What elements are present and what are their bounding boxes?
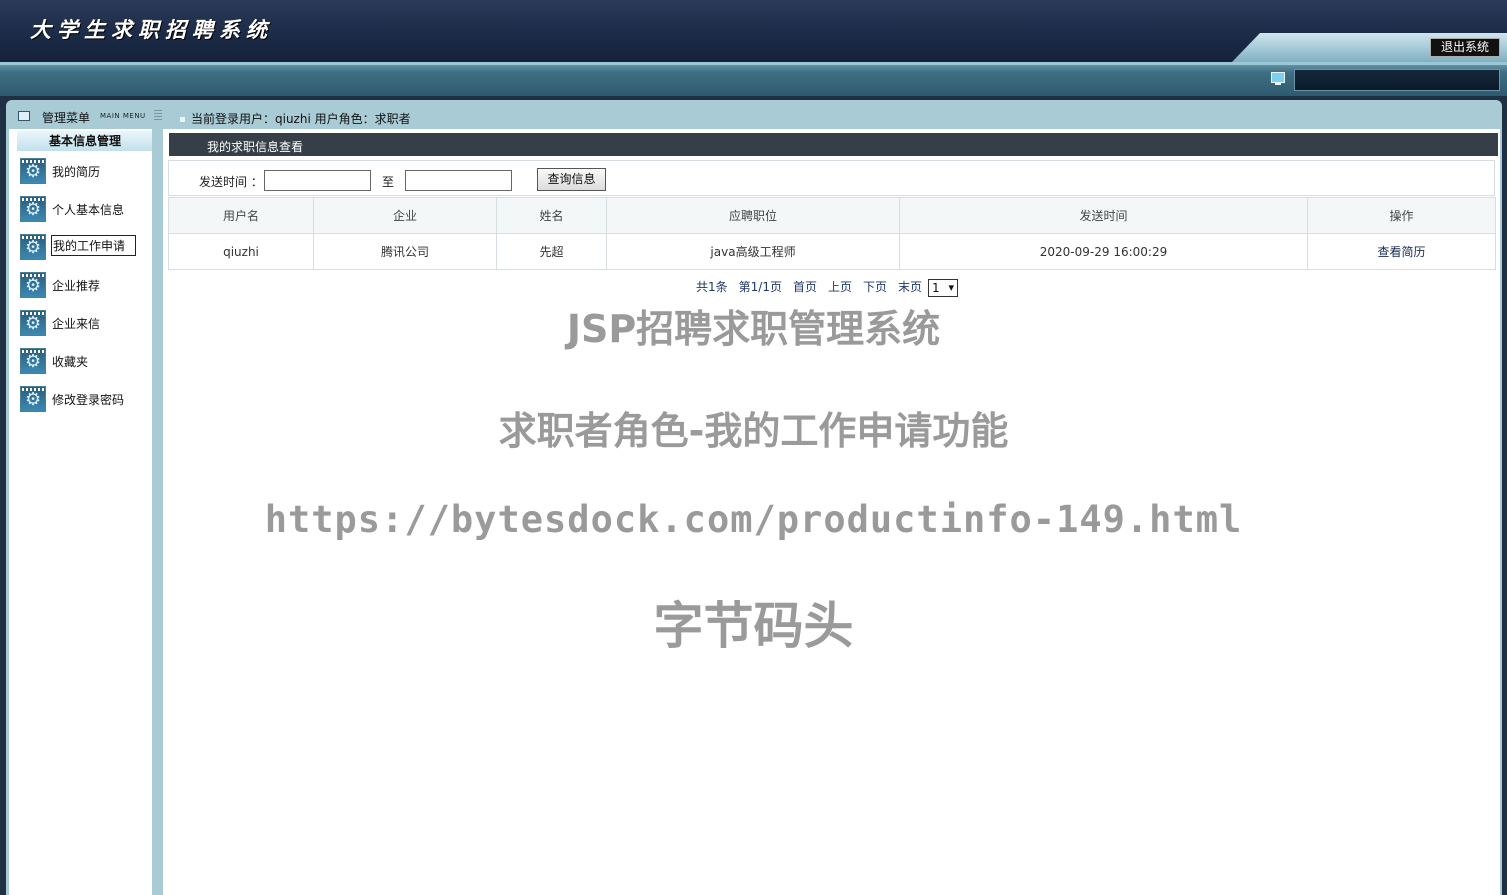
pager-next-link[interactable]: 下页	[863, 280, 887, 294]
menu-collapse-icon[interactable]	[154, 110, 162, 120]
sidebar-item-label[interactable]: 我的工作申请	[51, 235, 137, 256]
panel-titlebar: 我的求职信息查看	[169, 133, 1498, 156]
pager-page: 第1/1页	[738, 280, 782, 294]
cell-company: 腾讯公司	[313, 233, 497, 270]
sidebar-item-label[interactable]: 我的简历	[52, 163, 100, 180]
status-field	[1294, 69, 1500, 91]
monitor-icon	[1271, 72, 1285, 85]
sidebar-item-personal-info[interactable]: 个人基本信息	[20, 196, 144, 222]
applications-table: 用户名 企业 姓名 应聘职位 发送时间 操作 qiuzhi 腾讯公司 先超 ja…	[168, 197, 1496, 270]
send-time-label: 发送时间 ：	[199, 175, 263, 189]
panel-title: 我的求职信息查看	[207, 140, 304, 154]
end-date-input[interactable]	[405, 170, 512, 191]
watermark-line: 字节码头	[653, 597, 854, 655]
cell-position: java高级工程师	[606, 233, 900, 270]
sidebar-item-job-applications[interactable]: 我的工作申请	[20, 234, 144, 260]
gear-icon	[20, 158, 46, 184]
column-header: 操作	[1307, 197, 1496, 234]
menu-icon	[18, 111, 30, 121]
column-header: 企业	[313, 197, 497, 234]
gear-icon	[20, 272, 46, 298]
column-header: 应聘职位	[606, 197, 900, 234]
pagination: 共1条 第1/1页 首页 上页 下页 末页 1	[696, 278, 969, 297]
gear-icon	[20, 196, 46, 222]
app-header: 大学生求职招聘系统 退出系统	[0, 0, 1507, 62]
watermark-url: https://bytesdock.com/productinfo-149.ht…	[264, 498, 1243, 541]
user-info-text: 当前登录用户：qiuzhi 用户角色：求职者	[191, 112, 411, 126]
sidebar-section-title: 基本信息管理	[17, 131, 153, 151]
cell-name: 先超	[496, 233, 607, 270]
watermark-line: 求职者角色-我的工作申请功能	[498, 409, 1009, 453]
pager-prev-link[interactable]: 上页	[828, 280, 852, 294]
logout-button[interactable]: 退出系统	[1430, 38, 1500, 57]
column-header: 姓名	[496, 197, 607, 234]
watermark-line: JSP招聘求职管理系统	[566, 307, 941, 351]
menu-header: 管理菜单 MAIN MENU	[6, 104, 162, 128]
menu-subtitle: MAIN MENU	[100, 112, 146, 120]
pager-total: 共1条	[696, 280, 728, 294]
search-bar: 发送时间 ： 至 查询信息	[168, 160, 1495, 196]
start-date-input[interactable]	[264, 170, 371, 191]
current-user-info: 当前登录用户：qiuzhi 用户角色：求职者	[180, 110, 411, 127]
to-label: 至	[382, 175, 395, 189]
column-header: 用户名	[168, 197, 314, 234]
bullet-icon	[180, 117, 185, 122]
sidebar-item-company-recommend[interactable]: 企业推荐	[20, 272, 144, 298]
menu-title: 管理菜单	[42, 111, 91, 125]
sidebar-item-label[interactable]: 收藏夹	[52, 353, 88, 370]
page-select[interactable]: 1	[928, 278, 959, 297]
sidebar-item-resume[interactable]: 我的简历	[20, 158, 144, 184]
sidebar-item-label[interactable]: 企业推荐	[52, 277, 100, 294]
toolbar-divider	[0, 62, 1507, 65]
table-row: qiuzhi 腾讯公司 先超 java高级工程师 2020-09-29 16:0…	[168, 233, 1496, 270]
sidebar-item-label[interactable]: 个人基本信息	[52, 201, 124, 218]
pager-first-link[interactable]: 首页	[793, 280, 817, 294]
gear-icon	[20, 234, 46, 260]
query-button[interactable]: 查询信息	[537, 168, 606, 191]
column-header: 发送时间	[899, 197, 1308, 234]
cell-username: qiuzhi	[168, 233, 314, 270]
app-title: 大学生求职招聘系统	[30, 17, 273, 42]
cell-action: 查看简历	[1307, 233, 1496, 270]
view-resume-link[interactable]: 查看简历	[1377, 245, 1425, 259]
table-header-row: 用户名 企业 姓名 应聘职位 发送时间 操作	[168, 197, 1496, 234]
cell-sent-time: 2020-09-29 16:00:29	[899, 233, 1308, 270]
pager-last-link[interactable]: 末页	[898, 280, 922, 294]
